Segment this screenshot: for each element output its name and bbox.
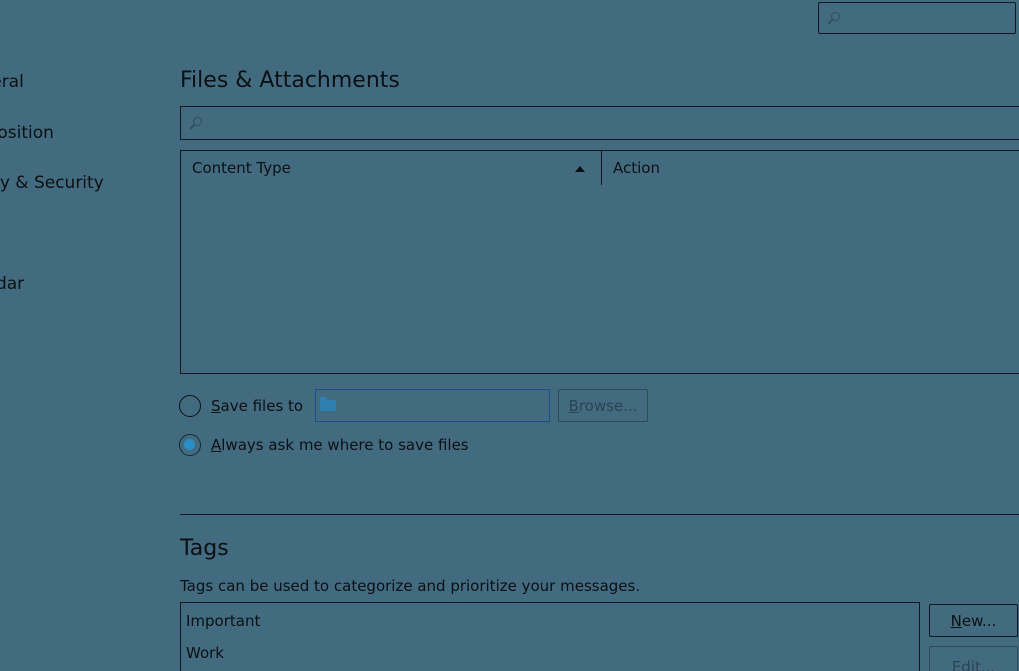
access-key: N: [950, 611, 962, 630]
sidebar-item-general[interactable]: eneral: [0, 72, 24, 92]
sidebar-item-calendar[interactable]: lendar: [0, 274, 24, 294]
search-icon: [193, 117, 202, 126]
sidebar-item-composition[interactable]: mposition: [0, 123, 54, 143]
label-text: dit...: [961, 657, 996, 671]
access-key: A: [211, 436, 222, 454]
sidebar-item-label: eneral: [0, 72, 24, 92]
access-key: B: [568, 396, 579, 415]
tag-item-work[interactable]: Work: [186, 644, 224, 662]
column-header-content-type[interactable]: Content Type: [181, 151, 602, 185]
preferences-window: eneral mposition vacy & Security at lend…: [0, 0, 1019, 671]
save-files-to-label[interactable]: Save files to: [211, 397, 303, 415]
content-type-filter-input[interactable]: [180, 106, 1019, 140]
column-header-action[interactable]: Action: [602, 151, 1019, 185]
tag-item-important[interactable]: Important: [186, 612, 260, 630]
column-header-label: Content Type: [192, 159, 291, 177]
new-tag-button[interactable]: New...: [929, 604, 1018, 637]
access-key: E: [951, 657, 962, 671]
content-type-table[interactable]: Content Type Action: [180, 150, 1019, 374]
tags-heading: Tags: [180, 536, 229, 561]
sidebar-item-privacy-security[interactable]: vacy & Security: [0, 173, 104, 193]
search-icon: [831, 12, 840, 21]
access-key: S: [211, 397, 221, 415]
always-ask-label[interactable]: Always ask me where to save files: [211, 436, 469, 454]
sidebar-item-label: lendar: [0, 274, 25, 294]
label-text: ave files to: [220, 397, 304, 415]
edit-tag-button[interactable]: Edit...: [929, 646, 1018, 671]
download-folder-field: [315, 389, 550, 422]
label-text: ew...: [961, 611, 997, 630]
files-attachments-heading: Files & Attachments: [180, 68, 400, 93]
tags-description: Tags can be used to categorize and prior…: [180, 577, 641, 595]
save-files-to-radio[interactable]: [179, 395, 201, 417]
preferences-search-input[interactable]: [818, 2, 1016, 34]
label-text: lways ask me where to save files: [221, 436, 469, 454]
sort-ascending-icon: [575, 166, 585, 172]
label-text: rowse...: [578, 396, 638, 415]
tag-list[interactable]: Important Work: [180, 602, 920, 671]
section-divider: [180, 514, 1019, 515]
column-header-label: Action: [613, 159, 660, 177]
always-ask-radio[interactable]: [179, 434, 201, 456]
sidebar-item-label: mposition: [0, 123, 54, 143]
folder-icon: [320, 397, 336, 411]
sidebar-item-label: vacy & Security: [0, 173, 104, 193]
browse-button[interactable]: Browse...: [558, 389, 648, 422]
